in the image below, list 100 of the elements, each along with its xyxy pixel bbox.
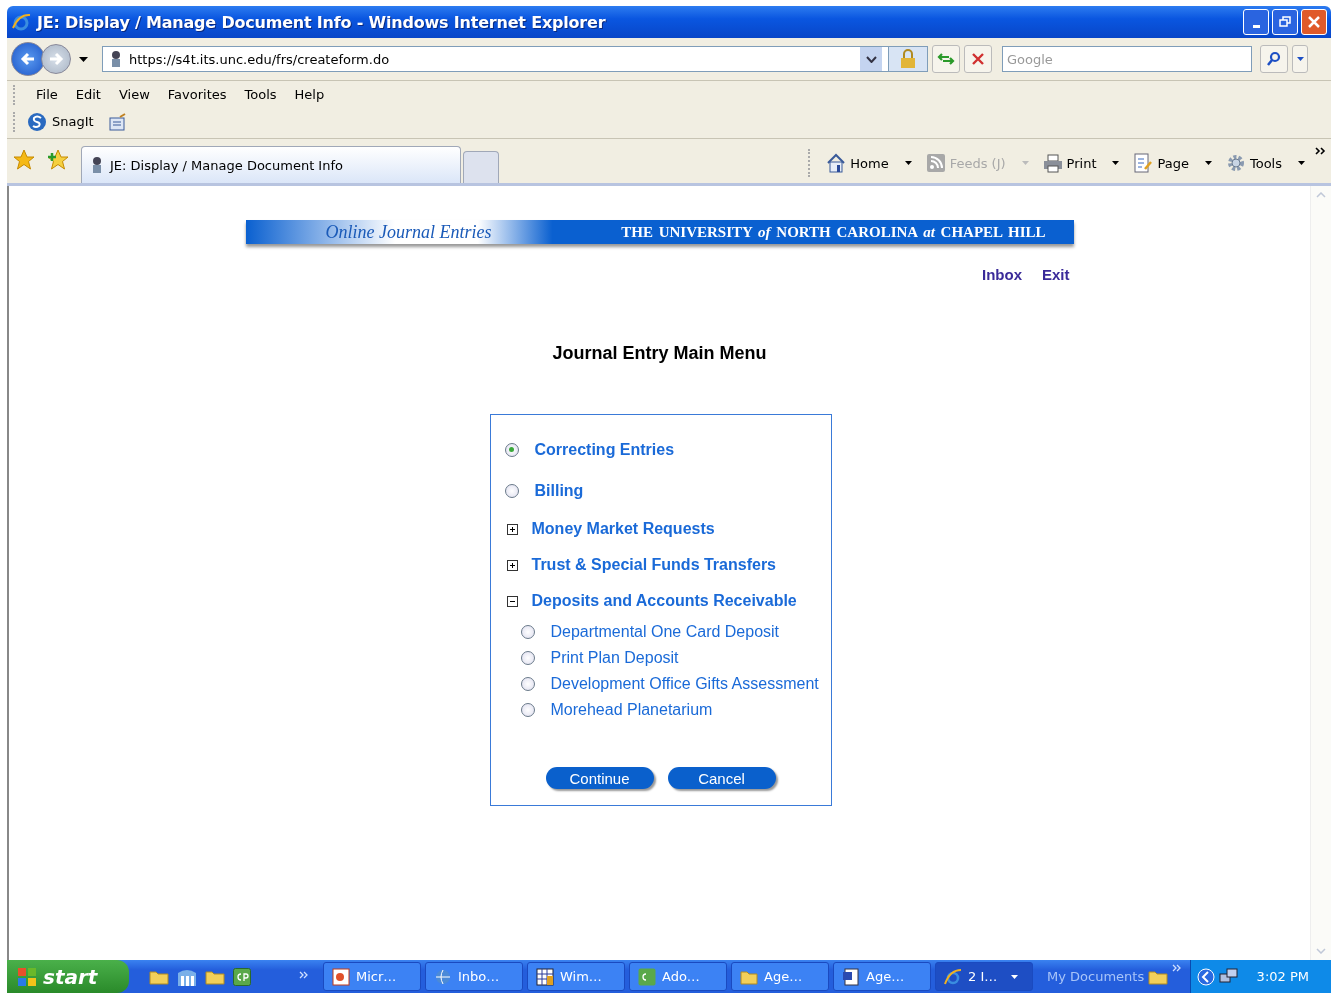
toggle-icon[interactable]: [506, 523, 518, 535]
app-icon[interactable]: [233, 967, 251, 986]
option-label[interactable]: Billing: [534, 481, 584, 500]
radio-button[interactable]: [520, 703, 535, 717]
refresh-button[interactable]: [932, 45, 960, 73]
page-icon: [90, 156, 104, 174]
radio-button[interactable]: [520, 625, 535, 639]
folder-icon[interactable]: [149, 968, 169, 985]
caret-icon: [1112, 161, 1120, 165]
lock-icon[interactable]: [900, 49, 916, 69]
search-options-button[interactable]: [1292, 45, 1308, 73]
banner-title: Online Journal Entries: [325, 221, 492, 243]
taskbar-button[interactable]: Inbo…: [425, 962, 523, 991]
group-label[interactable]: Trust & Special Funds Transfers: [531, 556, 776, 574]
address-field[interactable]: https://s4t.its.unc.edu/frs/createform.do: [102, 46, 928, 72]
page-icon: [1133, 153, 1154, 173]
refresh-icon: [937, 51, 955, 67]
form-button[interactable]: Continue: [545, 767, 654, 789]
command-button[interactable]: Home: [822, 153, 916, 173]
caret-icon: [1296, 57, 1304, 61]
menu-item[interactable]: Edit: [66, 85, 110, 104]
toolbar-label: My Documents: [1047, 969, 1145, 984]
group-label[interactable]: Deposits and Accounts Receivable: [531, 592, 797, 610]
nav-link[interactable]: Inbox: [982, 266, 1022, 283]
network-icon[interactable]: [1218, 967, 1239, 986]
windows-logo-icon: [17, 966, 37, 987]
app-icon: [434, 967, 452, 986]
printer-icon: [1042, 153, 1063, 173]
start-button[interactable]: start: [7, 960, 129, 993]
command-button[interactable]: Print: [1038, 153, 1124, 173]
folder-icon[interactable]: [1148, 968, 1169, 985]
menu-item[interactable]: File: [27, 85, 67, 104]
radio-button[interactable]: [520, 677, 535, 691]
university-name: THE UNIVERSITY of NORTH CAROLINA at CHAPEL HILL: [621, 223, 1046, 241]
caret-icon: [904, 161, 912, 165]
app-icon: [638, 967, 656, 986]
gear-icon: [1225, 153, 1246, 173]
radio-button[interactable]: [520, 651, 535, 665]
caret-icon: [1011, 974, 1018, 979]
back-icon[interactable]: [1196, 967, 1215, 986]
clock: 3:02 PM: [1256, 969, 1309, 984]
command-button[interactable]: Page: [1129, 153, 1216, 173]
menu-item[interactable]: Favorites: [158, 85, 236, 104]
option-label[interactable]: Morehead Planetarium: [550, 701, 713, 719]
star-icon[interactable]: [13, 149, 35, 171]
folder-icon[interactable]: [205, 968, 225, 985]
radio-button[interactable]: [504, 483, 519, 498]
minimize-button[interactable]: [1243, 9, 1269, 35]
menu-item[interactable]: View: [109, 85, 159, 104]
restore-button[interactable]: [1272, 9, 1298, 35]
nav-link[interactable]: Exit: [1042, 266, 1070, 283]
close-button[interactable]: [1301, 9, 1327, 35]
caret-icon[interactable]: [79, 56, 88, 62]
app-icon: [842, 967, 860, 986]
caret-icon: [1298, 161, 1305, 165]
taskbar-button[interactable]: Ado…: [629, 962, 727, 991]
minimize-icon: [1252, 24, 1260, 28]
snagit-button[interactable]: SnagIt: [27, 111, 94, 132]
taskbar-button[interactable]: Age…: [833, 962, 931, 991]
restore-icon: [1279, 16, 1291, 28]
page-icon: [109, 50, 123, 68]
form-button[interactable]: Cancel: [667, 767, 776, 789]
option-label[interactable]: Departmental One Card Deposit: [550, 623, 780, 641]
taskbar-button[interactable]: 2 I…: [935, 962, 1033, 991]
search-icon: [1266, 51, 1282, 67]
chevron-icon[interactable]: [865, 55, 877, 63]
app-icon: [944, 967, 962, 986]
group-label[interactable]: Money Market Requests: [531, 520, 715, 538]
toggle-icon[interactable]: [506, 559, 518, 571]
browser-tab[interactable]: JE: Display / Manage Document Info: [81, 146, 461, 183]
search-button[interactable]: [1260, 45, 1288, 73]
home-icon: [826, 153, 847, 173]
option-label[interactable]: Print Plan Deposit: [550, 649, 679, 667]
feed-icon: [925, 153, 946, 173]
app-icon: [536, 967, 554, 986]
add-favorite-icon[interactable]: [47, 149, 69, 171]
caret-icon: [1021, 161, 1029, 165]
ie-logo-icon: [11, 12, 31, 32]
radio-button[interactable]: [504, 442, 519, 457]
close-icon: [971, 52, 985, 66]
forward-button[interactable]: [41, 44, 71, 74]
stop-button[interactable]: [964, 45, 992, 73]
capture-icon[interactable]: [107, 112, 128, 131]
taskbar-button[interactable]: Micr…: [323, 962, 421, 991]
close-icon: [1307, 15, 1321, 29]
search-field[interactable]: Google: [1002, 46, 1252, 72]
option-label[interactable]: Correcting Entries: [534, 440, 675, 459]
window-title: JE: Display / Manage Document Info - Windows Internet Explorer: [37, 12, 606, 32]
more-icon[interactable]: [1315, 147, 1327, 155]
taskbar-button[interactable]: Age…: [731, 962, 829, 991]
snagit-logo-icon: [27, 111, 47, 132]
page-heading: Journal Entry Main Menu: [552, 343, 767, 364]
option-label[interactable]: Development Office Gifts Assessment: [550, 675, 819, 693]
menu-item[interactable]: Help: [285, 85, 334, 104]
menu-item[interactable]: Tools: [235, 85, 286, 104]
back-button[interactable]: [11, 42, 45, 76]
toggle-icon[interactable]: [506, 595, 518, 607]
caret-icon: [1204, 161, 1212, 165]
taskbar-button[interactable]: Wim…: [527, 962, 625, 991]
command-button[interactable]: Tools: [1221, 153, 1309, 173]
